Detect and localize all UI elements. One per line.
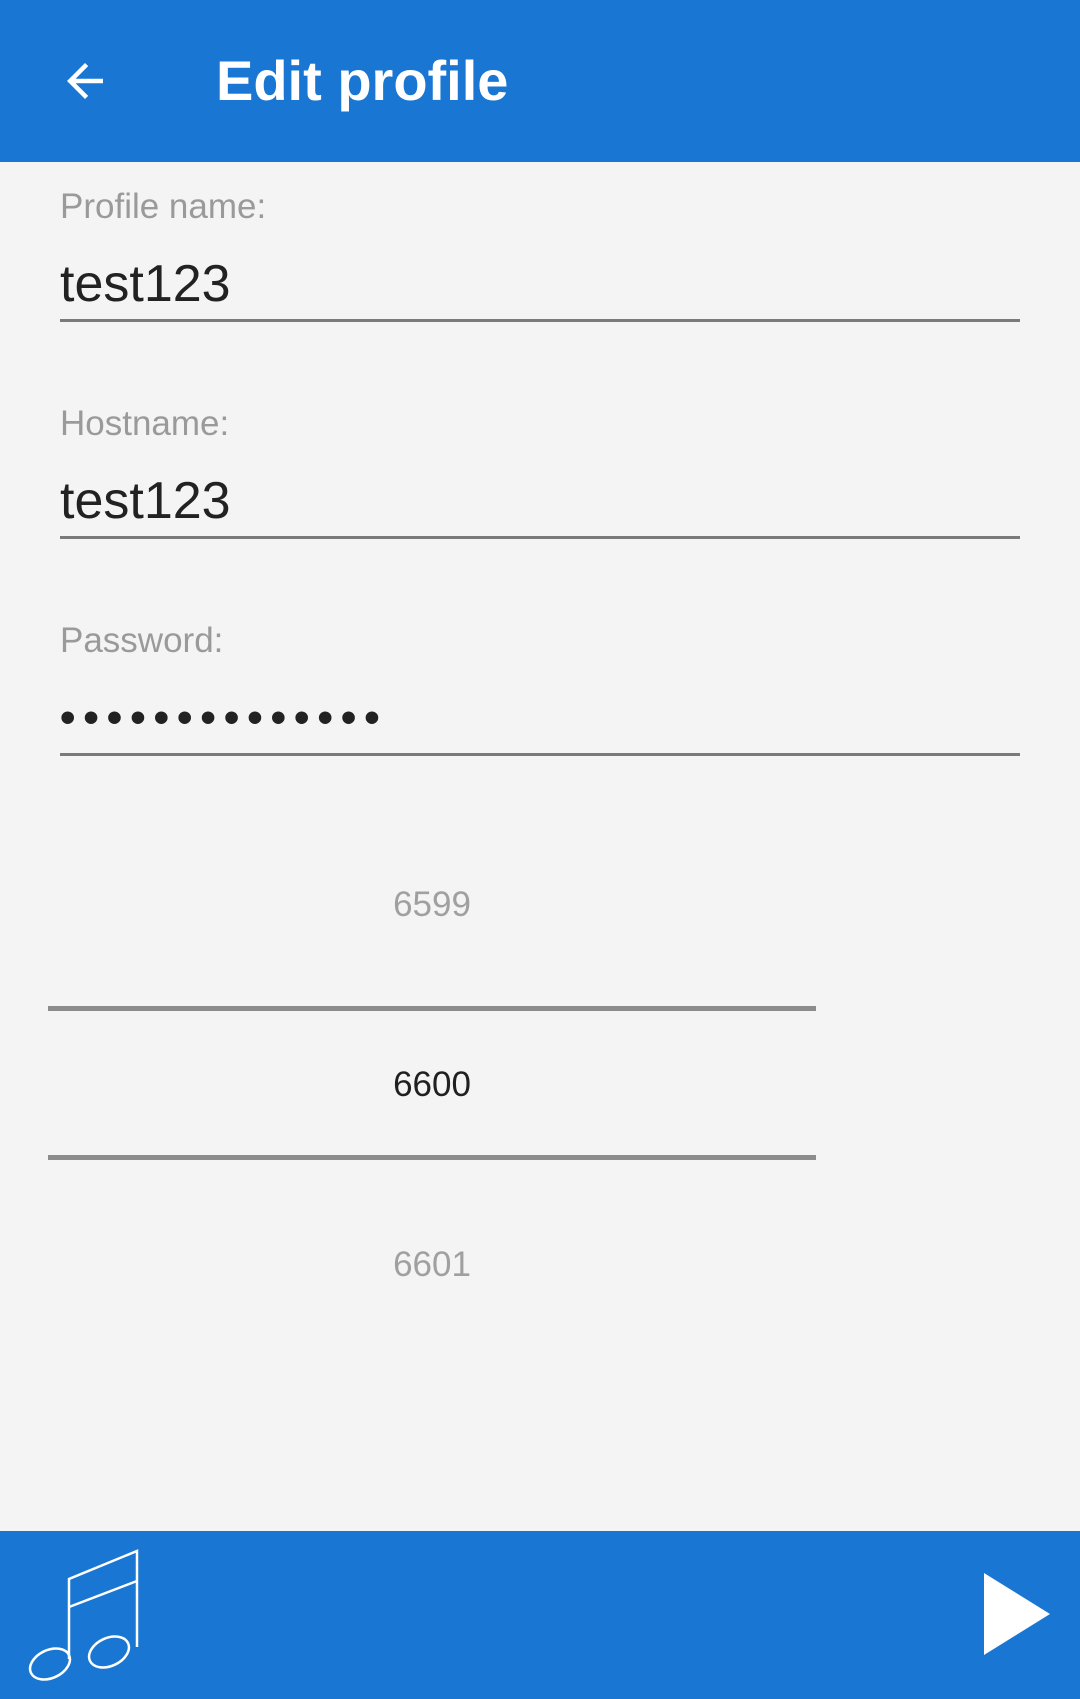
picker-divider-bottom bbox=[48, 1155, 816, 1160]
password-input[interactable] bbox=[60, 682, 1020, 756]
profile-name-input[interactable] bbox=[60, 248, 1020, 322]
arrow-back-icon bbox=[67, 63, 103, 99]
back-button[interactable] bbox=[40, 36, 130, 126]
picker-selected-value[interactable]: 6600 bbox=[48, 1060, 816, 1110]
bottom-bar bbox=[0, 1531, 1080, 1699]
picker-previous-value[interactable]: 6599 bbox=[48, 880, 816, 930]
profile-name-label: Profile name: bbox=[60, 187, 267, 226]
page-title: Edit profile bbox=[216, 49, 509, 112]
play-icon bbox=[984, 1573, 1050, 1655]
hostname-label: Hostname: bbox=[60, 404, 230, 443]
picker-next-value[interactable]: 6601 bbox=[48, 1240, 816, 1290]
picker-divider-top bbox=[48, 1006, 816, 1011]
password-field: Password: bbox=[60, 618, 1020, 756]
play-button[interactable] bbox=[980, 1571, 1054, 1657]
password-label: Password: bbox=[60, 621, 224, 660]
hostname-field: Hostname: bbox=[60, 401, 1020, 539]
hostname-input[interactable] bbox=[60, 465, 1020, 539]
port-number-picker[interactable]: 6599 6600 6601 bbox=[48, 850, 816, 1290]
music-button[interactable] bbox=[28, 1549, 144, 1683]
app-bar: Edit profile bbox=[0, 0, 1080, 162]
music-note-icon bbox=[28, 1549, 139, 1681]
profile-name-field: Profile name: bbox=[60, 184, 1020, 322]
